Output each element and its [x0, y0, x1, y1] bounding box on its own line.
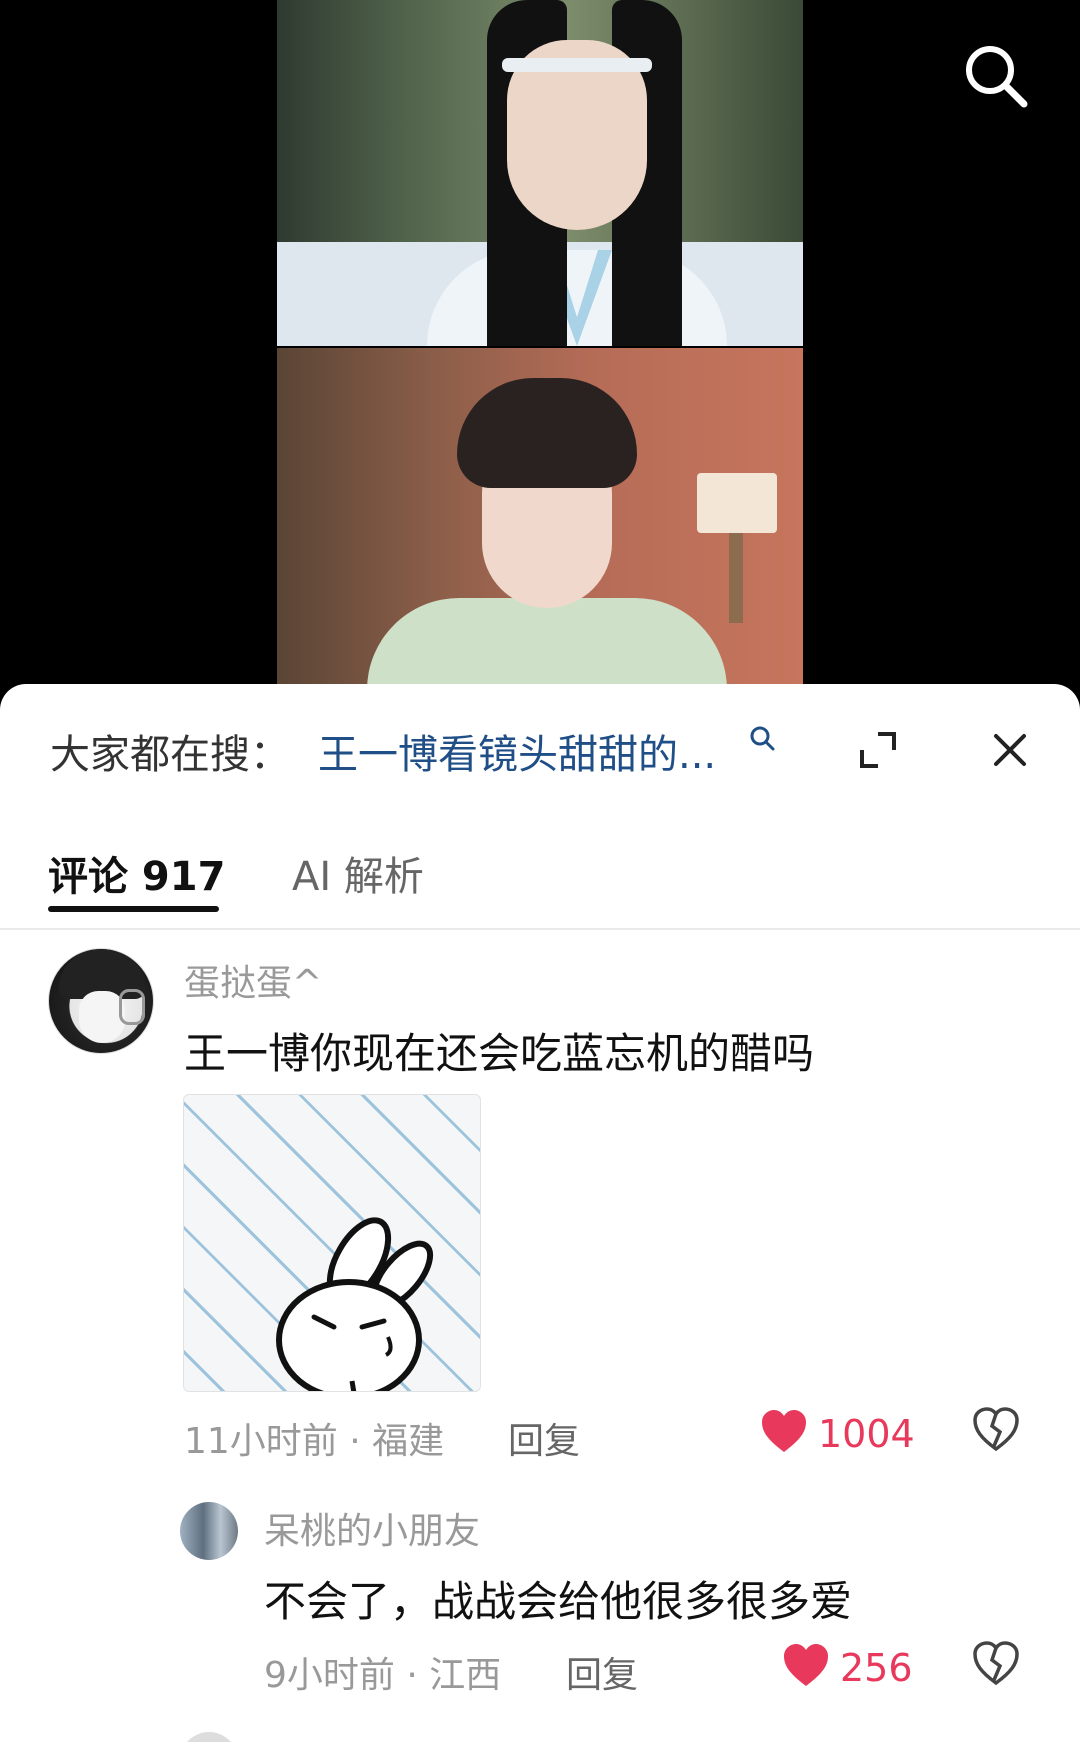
tabs-divider	[0, 928, 1080, 930]
next-reply-avatar[interactable]	[180, 1732, 238, 1742]
reply-text: 不会了，战战会给他很多很多爱	[264, 1577, 853, 1626]
active-tab-indicator	[48, 906, 219, 912]
search-icon	[966, 46, 1028, 108]
close-icon	[994, 734, 1026, 766]
comment-tabs: 评论 917 AI 解析	[0, 834, 1080, 914]
comment-sticker-image[interactable]	[183, 1094, 481, 1392]
comment-time-location: 11小时前 · 福建	[184, 1421, 445, 1462]
comment-username[interactable]: 蛋挞蛋^	[184, 954, 322, 1006]
reply-time-location: 9小时前 · 江西	[264, 1655, 502, 1696]
dislike-button[interactable]	[972, 1406, 1024, 1456]
tab-ai-analysis[interactable]: AI 解析	[292, 844, 424, 902]
sticker-drawing	[276, 1217, 434, 1391]
tab-comments[interactable]: 评论 917	[48, 844, 225, 902]
video-still-bottom	[277, 348, 803, 690]
broken-heart-icon	[973, 1641, 1019, 1686]
video-frame	[277, 0, 803, 690]
search-button[interactable]	[960, 40, 1030, 110]
reply-avatar[interactable]	[180, 1502, 238, 1560]
avatar[interactable]	[48, 948, 154, 1054]
broken-heart-icon	[973, 1407, 1019, 1452]
expand-button[interactable]	[856, 728, 900, 772]
trending-search-bar[interactable]: 大家都在搜： 王一博看镜头甜甜的...	[0, 684, 1080, 804]
expand-icon	[860, 732, 896, 768]
search-small-icon	[750, 726, 775, 751]
comment-text: 王一博你现在还会吃蓝忘机的醋吗	[184, 1029, 815, 1078]
trending-search-prefix: 大家都在搜：	[50, 732, 290, 778]
trending-search-query[interactable]: 王一博看镜头甜甜的...	[318, 722, 716, 780]
heart-filled-icon	[762, 1410, 806, 1452]
reply-reply-button[interactable]: 回复	[566, 1646, 638, 1698]
video-player[interactable]	[0, 0, 1080, 700]
close-button[interactable]	[988, 728, 1032, 772]
reply-button[interactable]: 回复	[508, 1412, 580, 1464]
reply-dislike-button[interactable]	[972, 1640, 1024, 1690]
heart-filled-icon	[784, 1644, 828, 1686]
like-button[interactable]: 1004	[760, 1406, 915, 1456]
reply-like-button[interactable]: 256	[782, 1640, 913, 1690]
video-still-top	[277, 0, 803, 346]
like-count: 1004	[818, 1412, 915, 1456]
reply-like-count: 256	[840, 1646, 913, 1690]
reply-username[interactable]: 呆桃的小朋友	[264, 1502, 480, 1554]
comments-sheet: 大家都在搜： 王一博看镜头甜甜的... 评论 917 AI 解析 蛋挞蛋^ 王一…	[0, 684, 1080, 1742]
